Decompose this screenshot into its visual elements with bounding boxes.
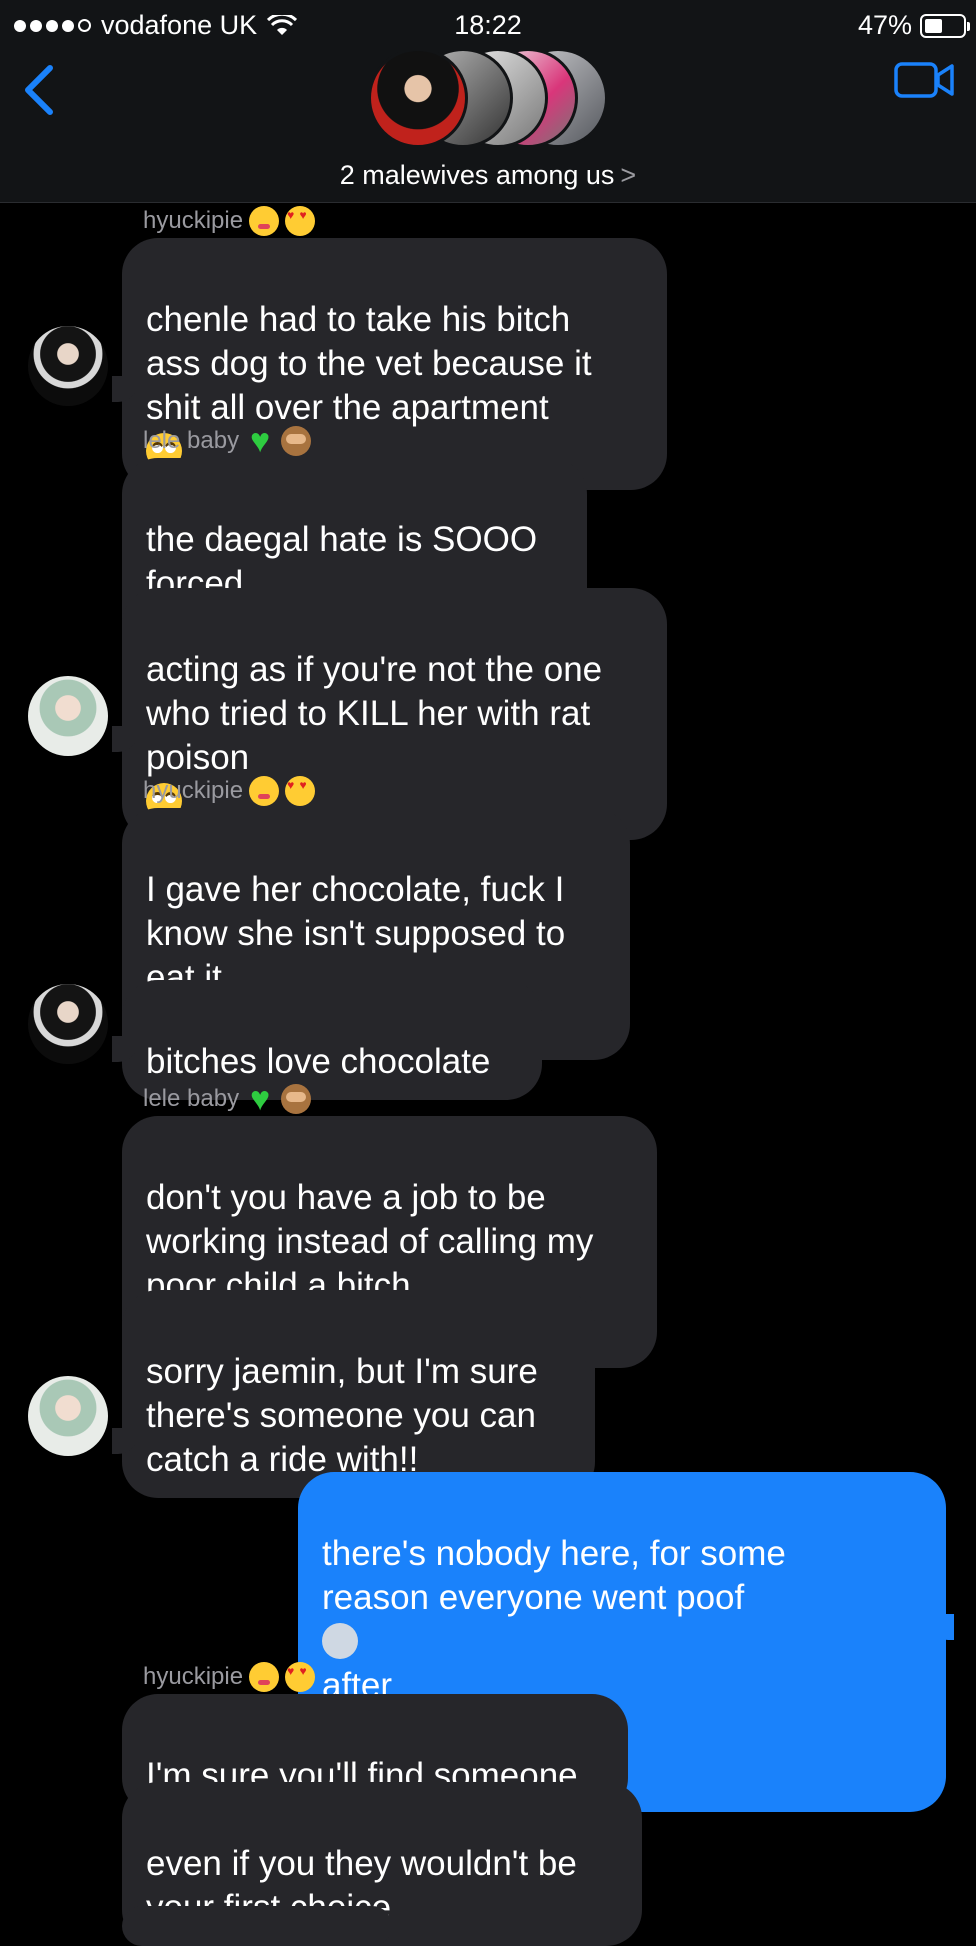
sender-name: hyuckipie [143,1662,316,1692]
chat-header: vodafone UK 18:22 47% 2 malewives among … [0,0,976,203]
group-avatars[interactable] [368,48,608,150]
avatar[interactable] [28,1376,108,1456]
clock: 18:22 [454,10,522,40]
heart-eyes-icon [285,776,316,806]
dashing-away-icon [322,1623,358,1659]
see-no-evil-monkey-icon [281,1084,312,1114]
message-bubble[interactable]: bitches love chocolate [122,980,542,1100]
sender-name: hyuckipie [143,776,316,806]
status-bar: vodafone UK 18:22 47% [0,10,976,44]
group-avatar-1 [368,48,468,148]
message-bubble[interactable] [122,1906,392,1946]
avatar[interactable] [28,676,108,756]
yum-face-icon [249,776,280,806]
green-heart-icon: ♥ [249,422,271,460]
group-name-label: 2 malewives among us [339,160,615,190]
group-name[interactable]: 2 malewives among us > [0,160,976,191]
green-heart-icon: ♥ [249,1080,271,1118]
heart-eyes-icon [285,1662,316,1692]
sender-name: lele baby ♥ [143,1080,312,1118]
avatar[interactable] [28,984,108,1064]
battery-icon [920,13,970,38]
video-call-icon[interactable] [894,60,954,100]
sender-name: lele baby ♥ [143,422,312,460]
chevron-right-icon: > [620,160,637,190]
heart-eyes-icon [285,206,316,236]
avatar[interactable] [28,326,108,406]
battery-percent: 47% [857,10,912,40]
yum-face-icon [249,1662,280,1692]
yum-face-icon [249,206,280,236]
see-no-evil-monkey-icon [281,426,312,456]
back-chevron-icon[interactable] [18,60,58,120]
sender-name: hyuckipie [143,206,316,236]
message-bubble[interactable]: sorry jaemin, but I'm sure there's someo… [122,1290,595,1498]
